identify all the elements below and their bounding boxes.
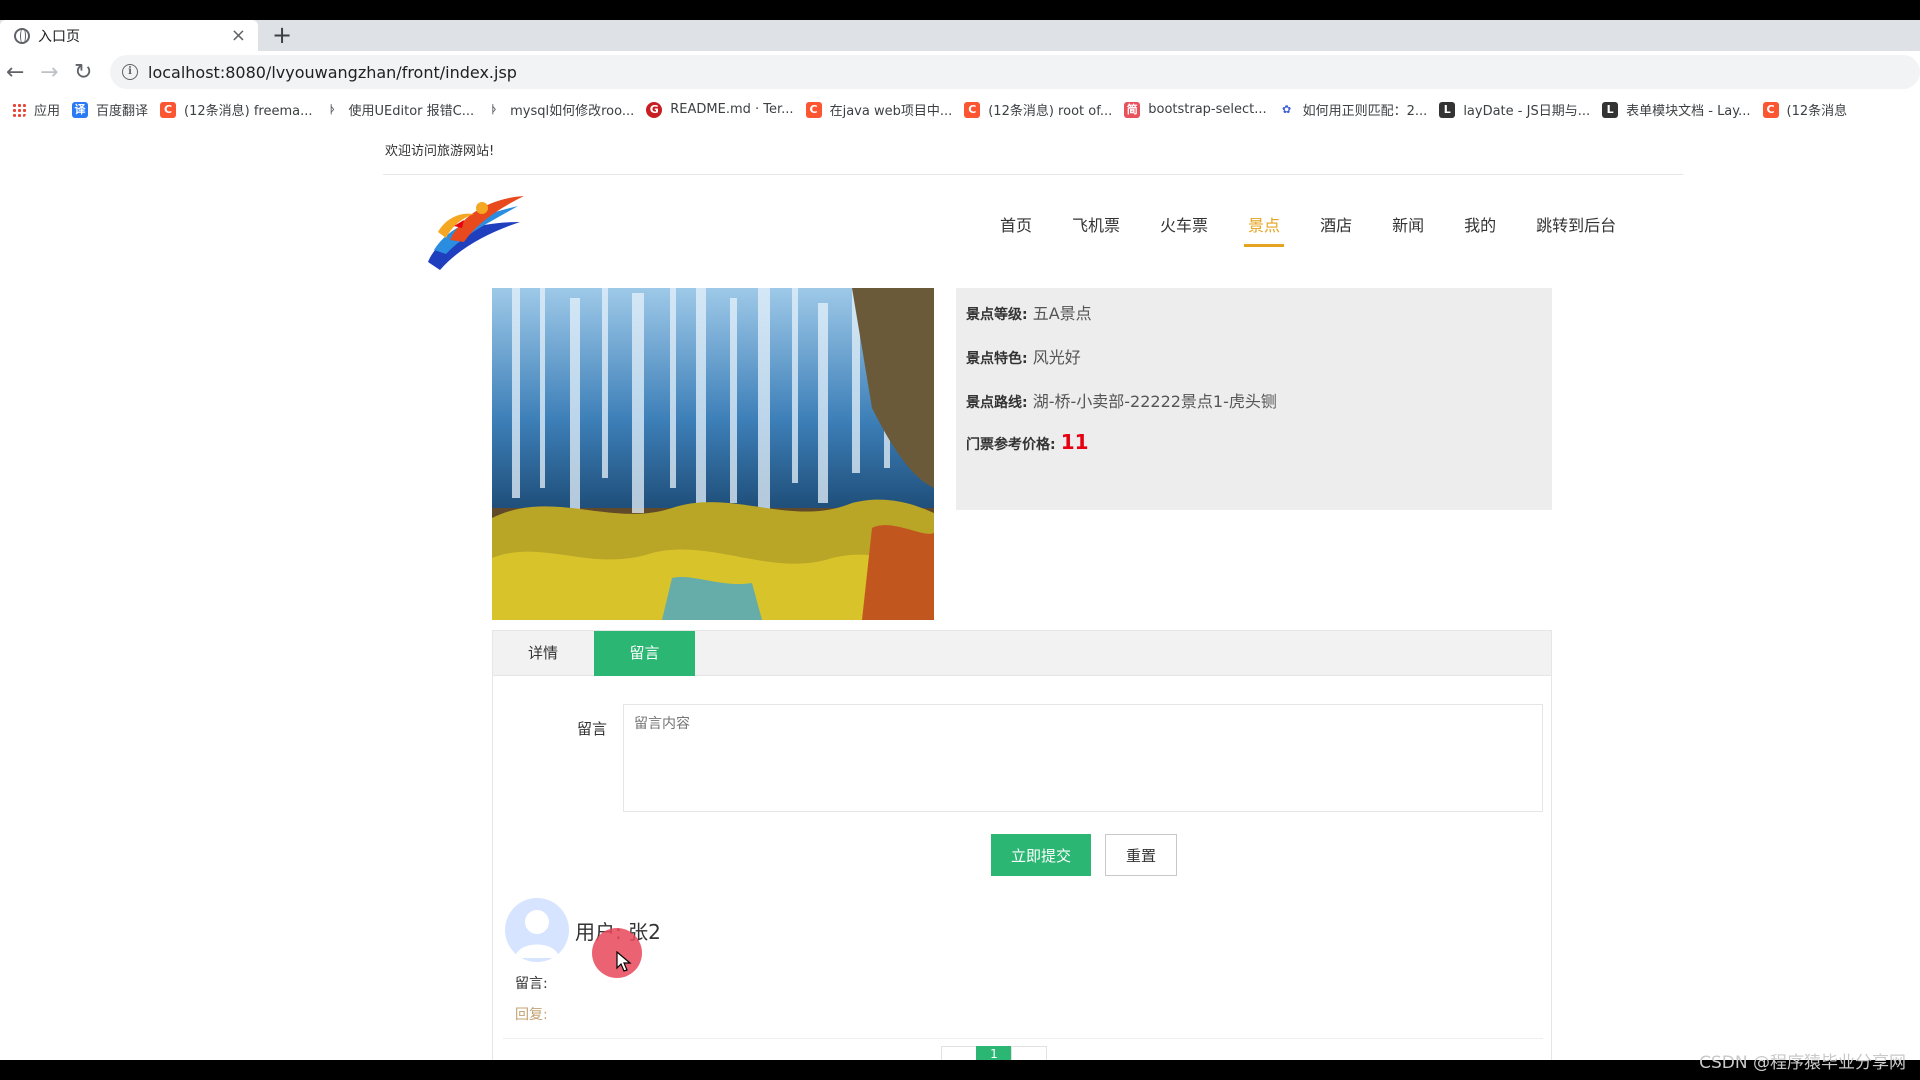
avatar	[505, 898, 569, 962]
nav-trains[interactable]: 火车票	[1140, 212, 1228, 254]
screen-top-bar	[0, 0, 1920, 20]
bookmark-label: 在java web项目中...	[829, 104, 953, 119]
attraction-photo	[492, 288, 934, 620]
bookmark-item[interactable]: ᚦ mysql如何修改roo...	[486, 100, 635, 120]
attraction-info-box: 景点等级: 五A景点 景点特色: 风光好 景点路线: 湖-桥-小卖部-22222…	[956, 288, 1552, 510]
message-panel: 留言 立即提交 重置 用户: 张2 留言: 回复: 1	[492, 676, 1552, 1064]
nav-mine[interactable]: 我的	[1444, 212, 1516, 254]
bookmark-item[interactable]: L layDate - JS日期与...	[1439, 100, 1590, 119]
new-tab-button[interactable]: +	[272, 21, 292, 49]
bookmark-item[interactable]: G README.md · Ter...	[646, 101, 794, 118]
layui-icon: L	[1602, 101, 1619, 118]
browser-tab[interactable]: 入口页 ×	[0, 20, 258, 51]
bookmark-item[interactable]: C (12条消息) root of...	[964, 100, 1112, 119]
bookmark-item[interactable]: L 表单模块文档 - Lay...	[1602, 100, 1751, 119]
layui-icon: L	[1439, 101, 1456, 118]
bookmark-label: layDate - JS日期与...	[1463, 104, 1591, 119]
header-divider	[383, 174, 1683, 175]
feature-label: 景点特色:	[966, 351, 1028, 367]
site-icon: ᚦ	[329, 102, 336, 116]
bookmark-item[interactable]: C (12条消息) freema...	[160, 100, 313, 119]
web-page: 欢迎访问旅游网站! 首页 飞机票 火车票 景点 酒店 新闻 我的 跳转到后台 景…	[0, 126, 1920, 1064]
bookmark-label: 使用UEditor 报错C...	[348, 104, 475, 119]
site-icon: ᚦ	[490, 102, 498, 116]
tab-close-icon[interactable]: ×	[231, 25, 246, 46]
comment-divider	[503, 1038, 1543, 1039]
bookmark-label: bootstrap-select...	[1148, 102, 1267, 117]
price-label: 门票参考价格:	[966, 437, 1056, 453]
baidu-paw-icon: ✿	[1282, 102, 1292, 116]
bookmark-item[interactable]: C (12条消息	[1762, 100, 1848, 119]
watermark-text: CSDN @程序猿毕业分享网	[1699, 1053, 1906, 1073]
apps-grid-icon	[12, 102, 26, 117]
bookmarks-bar: 应用 译 百度翻译 C (12条消息) freema... ᚦ 使用UEdito…	[0, 93, 1920, 127]
nav-home[interactable]: 首页	[980, 212, 1052, 254]
level-row: 景点等级: 五A景点	[966, 300, 1092, 324]
bookmark-item[interactable]: ᚦ 使用UEditor 报错C...	[325, 100, 475, 120]
bookmark-label: 应用	[34, 104, 61, 119]
bookmark-apps[interactable]: 应用	[12, 100, 60, 119]
bookmark-label: 百度翻译	[96, 104, 149, 119]
csdn-icon: C	[160, 101, 177, 118]
reload-icon[interactable]: ↻	[74, 60, 92, 85]
level-value: 五A景点	[1032, 304, 1092, 323]
bookmark-label: (12条消息) root of...	[988, 104, 1113, 119]
message-textarea[interactable]	[623, 704, 1543, 812]
price-value: 11	[1060, 430, 1089, 454]
tab-detail[interactable]: 详情	[493, 631, 593, 676]
globe-icon	[14, 27, 30, 44]
bookmark-item[interactable]: 译 百度翻译	[72, 100, 148, 119]
bookmark-item[interactable]: C 在java web项目中...	[805, 100, 953, 119]
address-bar: ← → ↻ i localhost:8080/lvyouwangzhan/fro…	[0, 51, 1920, 93]
bookmark-item[interactable]: ✿ 如何用正则匹配：2...	[1279, 100, 1428, 120]
bookmark-label: 表单模块文档 - Lay...	[1626, 104, 1751, 119]
bookmark-label: README.md · Ter...	[670, 102, 794, 117]
mouse-cursor-icon	[616, 951, 632, 972]
site-icon: 简	[1124, 101, 1141, 118]
csdn-icon: C	[964, 101, 981, 118]
reset-button[interactable]: 重置	[1105, 834, 1177, 876]
nav-flights[interactable]: 飞机票	[1052, 212, 1140, 254]
nav-hotels[interactable]: 酒店	[1300, 212, 1372, 254]
nav-news[interactable]: 新闻	[1372, 212, 1444, 254]
baidu-translate-icon: 译	[72, 101, 89, 118]
price-row: 门票参考价格: 11	[966, 430, 1089, 454]
url-text[interactable]: localhost:8080/lvyouwangzhan/front/index…	[148, 63, 517, 82]
browser-tab-strip: 入口页 × +	[0, 20, 1920, 51]
forward-arrow-icon[interactable]: →	[40, 60, 58, 85]
welcome-text: 欢迎访问旅游网站!	[385, 144, 495, 159]
bookmark-item[interactable]: 简 bootstrap-select...	[1124, 101, 1267, 118]
route-value: 湖-桥-小卖部-22222景点1-虎头铡	[1032, 392, 1277, 411]
gitee-icon: G	[646, 101, 663, 118]
omnibox[interactable]: i localhost:8080/lvyouwangzhan/front/ind…	[110, 55, 1920, 89]
bookmark-label: 如何用正则匹配：2...	[1302, 104, 1428, 119]
nav-admin[interactable]: 跳转到后台	[1516, 212, 1636, 254]
user-avatar-icon	[515, 910, 559, 958]
comment-message-label: 留言:	[515, 976, 548, 992]
route-label: 景点路线:	[966, 395, 1028, 411]
message-field-label: 留言	[577, 720, 608, 738]
site-logo	[428, 196, 524, 270]
csdn-icon: C	[1762, 101, 1779, 118]
bookmark-label: (12条消息	[1786, 104, 1848, 119]
screen-bottom-bar	[0, 1060, 1920, 1080]
reply-link[interactable]: 回复:	[515, 1004, 548, 1024]
level-label: 景点等级:	[966, 307, 1028, 323]
info-icon[interactable]: i	[122, 64, 138, 80]
submit-button[interactable]: 立即提交	[991, 834, 1091, 876]
back-arrow-icon[interactable]: ←	[6, 60, 24, 85]
bookmark-label: (12条消息) freema...	[184, 104, 313, 119]
content-tabs: 详情 留言	[492, 630, 1552, 676]
feature-value: 风光好	[1032, 348, 1081, 367]
bookmark-label: mysql如何修改roo...	[510, 104, 635, 119]
tab-title: 入口页	[38, 28, 80, 45]
route-row: 景点路线: 湖-桥-小卖部-22222景点1-虎头铡	[966, 388, 1277, 412]
main-nav: 首页 飞机票 火车票 景点 酒店 新闻 我的 跳转到后台	[980, 212, 1636, 254]
csdn-icon: C	[805, 101, 822, 118]
tab-message[interactable]: 留言	[594, 631, 695, 676]
feature-row: 景点特色: 风光好	[966, 344, 1081, 368]
nav-attractions[interactable]: 景点	[1228, 212, 1300, 254]
